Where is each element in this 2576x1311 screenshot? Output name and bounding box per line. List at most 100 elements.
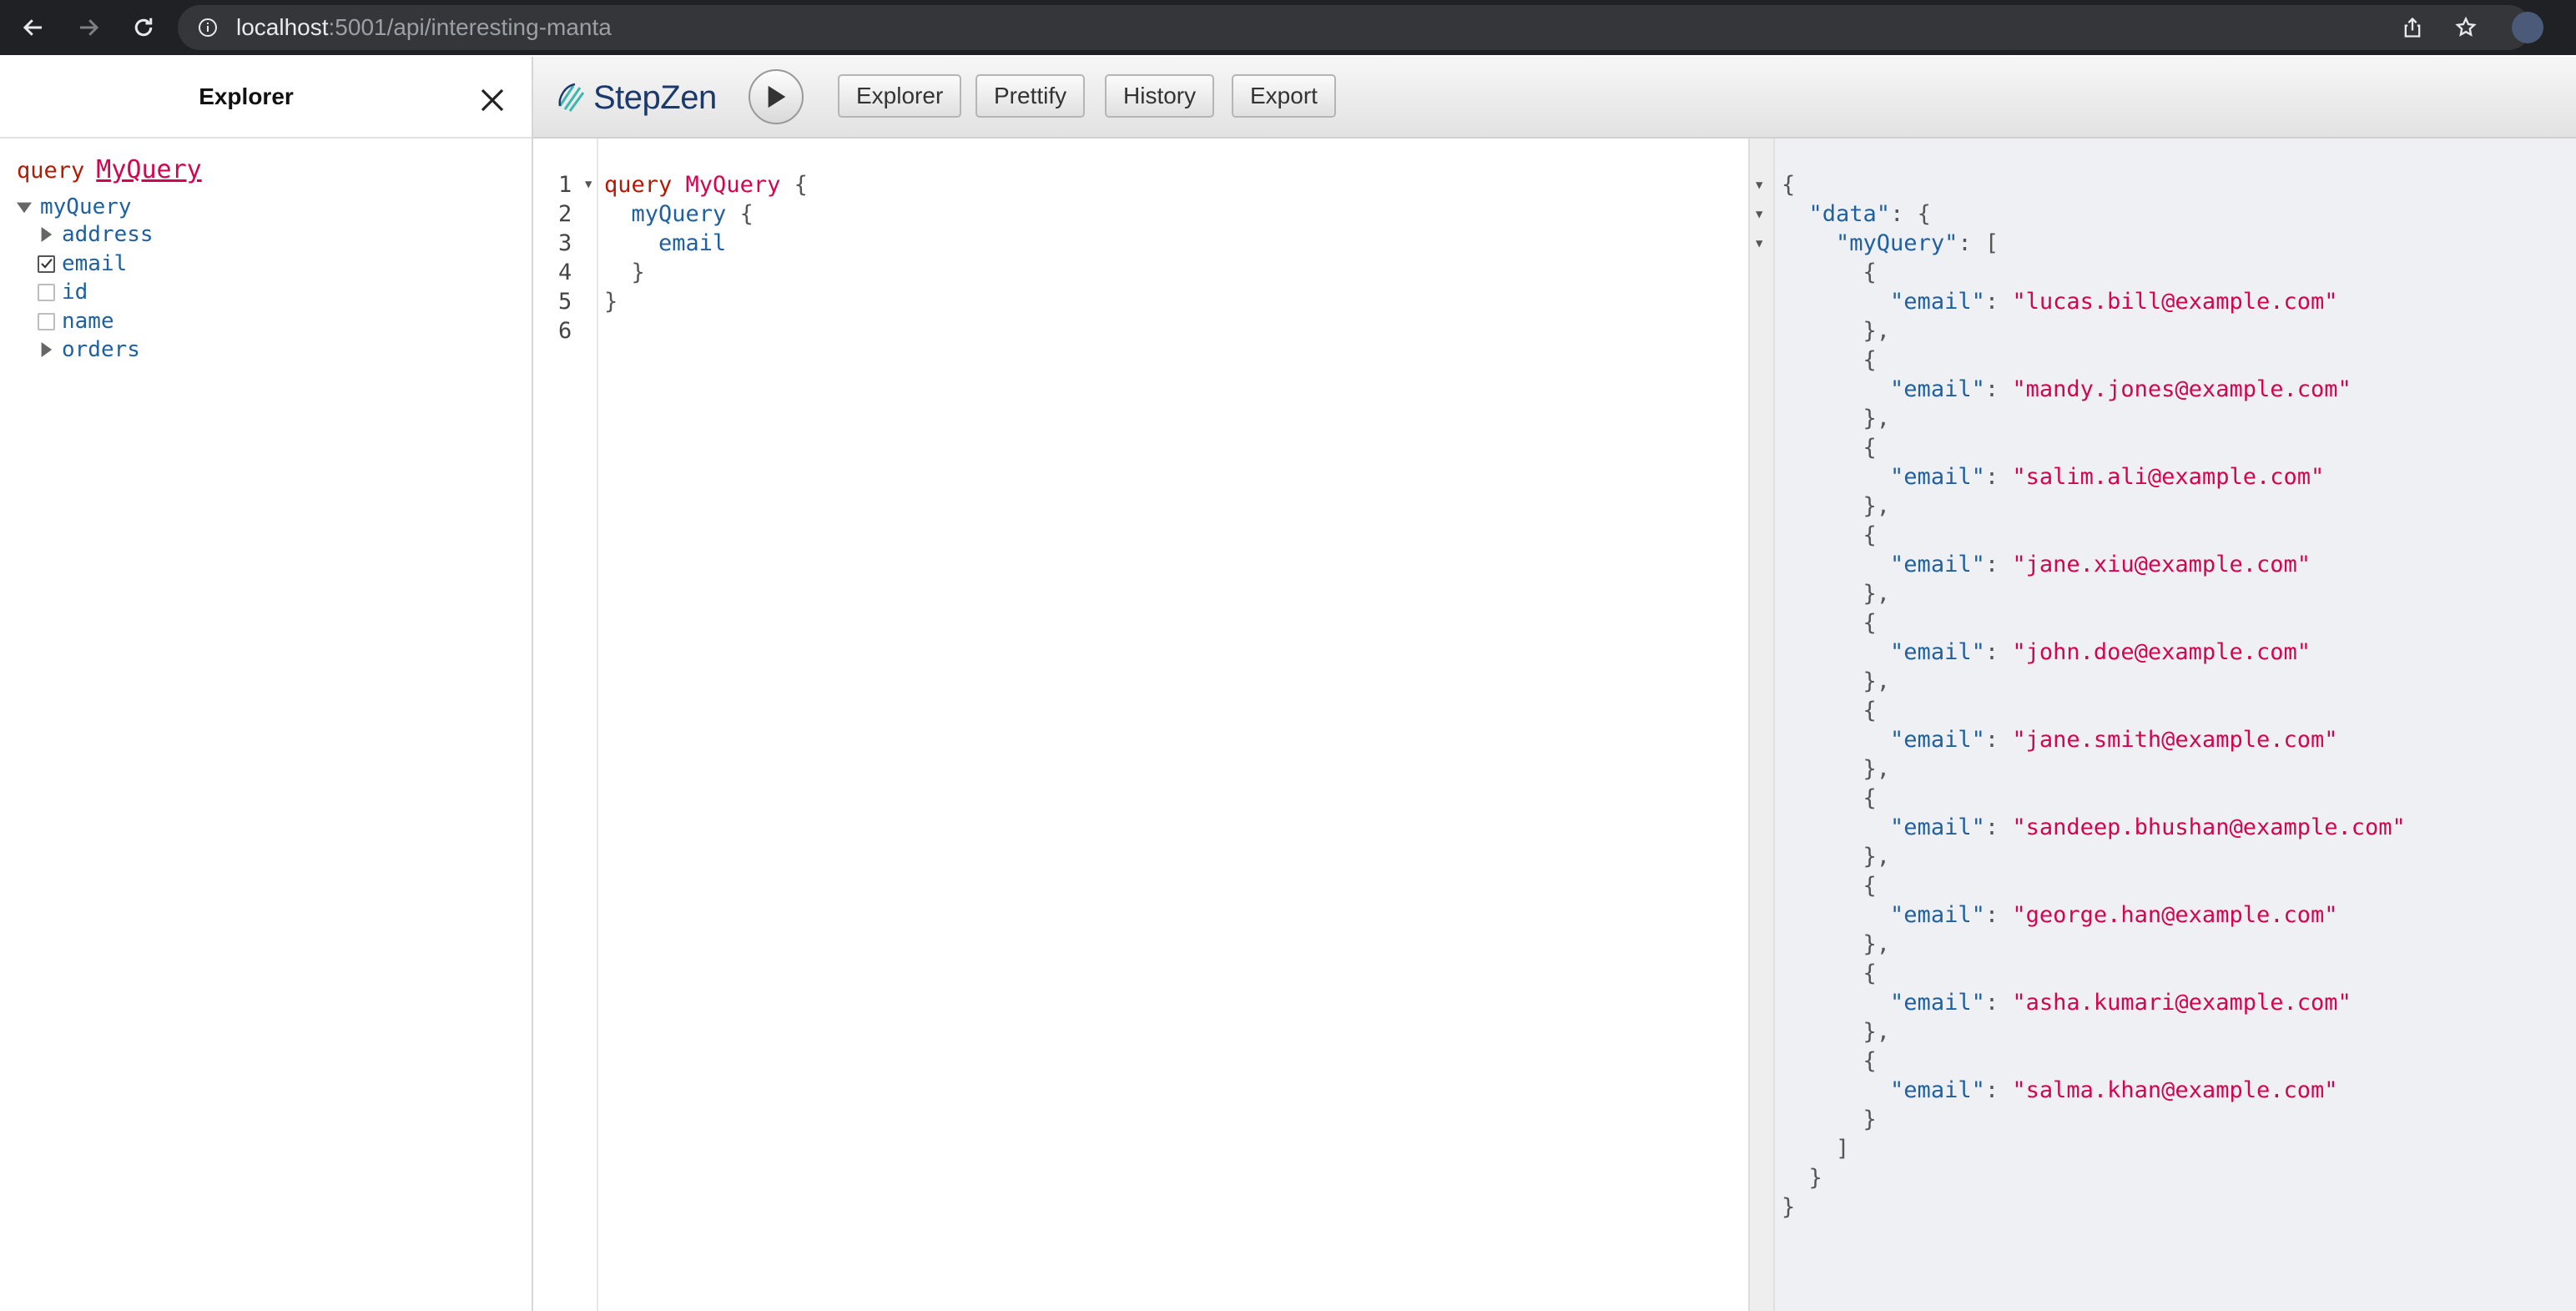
json-line: {	[1782, 785, 1877, 811]
tree-item-address[interactable]: address	[37, 220, 154, 249]
code-brace: {	[794, 172, 808, 198]
json-line: },	[1782, 1019, 1891, 1045]
query-editor[interactable]: 1 ▼ 2 3 4 5 6 query MyQuery { myQuery { …	[533, 139, 1747, 1311]
json-key: "email"	[1890, 1077, 1985, 1103]
back-arrow-icon[interactable]	[17, 11, 50, 44]
json-line: "email": "jane.smith@example.com"	[1890, 727, 2338, 753]
json-line: {	[1782, 172, 1796, 198]
json-key: "email"	[1890, 289, 1985, 315]
json-line: "myQuery": [	[1836, 230, 1999, 256]
tree-root-myquery[interactable]: myQuery	[15, 193, 132, 221]
json-string: "asha.kumari@example.com"	[2012, 990, 2352, 1016]
tree-item-orders[interactable]: orders	[37, 335, 140, 364]
line-number: 3	[558, 230, 572, 256]
json-line: },	[1782, 931, 1891, 957]
json-line: },	[1782, 581, 1891, 607]
json-line: "email": "sandeep.bhushan@example.com"	[1890, 814, 2406, 840]
json-string: "lucas.bill@example.com"	[2012, 289, 2338, 315]
json-line: }	[1782, 1194, 1796, 1220]
json-line: },	[1782, 406, 1891, 431]
json-key: "email"	[1890, 814, 1985, 840]
json-key: "email"	[1890, 552, 1985, 577]
json-key: "data"	[1808, 201, 1891, 227]
tree-item-label: address	[62, 222, 154, 247]
line-number: 2	[558, 201, 572, 227]
explorer-panel: Explorer query MyQuery myQuery address em…	[0, 57, 533, 1311]
json-line: "email": "mandy.jones@example.com"	[1890, 376, 2352, 402]
tree-item-id[interactable]: id	[38, 278, 88, 306]
history-button[interactable]: History	[1105, 74, 1215, 118]
json-string: "john.doe@example.com"	[2012, 639, 2311, 665]
logo-text: StepZen	[593, 78, 717, 116]
json-key: "myQuery"	[1836, 230, 1958, 256]
json-line: }	[1782, 1107, 1877, 1132]
json-line: },	[1782, 844, 1891, 870]
json-line: "email": "jane.xiu@example.com"	[1890, 552, 2311, 577]
json-line: }	[1782, 1165, 1822, 1191]
json-key: "email"	[1890, 376, 1985, 402]
code-brace: {	[739, 201, 754, 227]
run-query-button[interactable]	[749, 69, 804, 124]
close-icon[interactable]	[479, 87, 506, 113]
profile-avatar-icon[interactable]	[2512, 12, 2543, 43]
json-line: "email": "asha.kumari@example.com"	[1890, 990, 2352, 1016]
url-text: localhost:5001/api/interesting-manta	[236, 14, 612, 40]
code-brace: }	[631, 260, 645, 285]
tree-root-label: myQuery	[40, 194, 132, 219]
caret-right-icon	[37, 227, 55, 242]
tree-item-label: email	[62, 251, 128, 276]
fold-caret-icon[interactable]: ▼	[1756, 208, 1762, 221]
result-viewer: ▼ ▼ ▼ { "data": { "myQuery": [ { "email"…	[1748, 139, 2576, 1311]
fold-caret-icon[interactable]: ▼	[1756, 237, 1762, 250]
code-operation-name: MyQuery	[685, 172, 781, 198]
forward-arrow-icon[interactable]	[72, 11, 105, 44]
line-number: 4	[558, 260, 572, 285]
json-line: },	[1782, 318, 1891, 344]
stepzen-logo-icon	[558, 83, 585, 112]
json-key: "email"	[1890, 990, 1985, 1016]
json-string: "salim.ali@example.com"	[2012, 464, 2325, 490]
checkbox-unchecked-icon[interactable]	[38, 312, 55, 330]
tree-item-label: id	[62, 280, 88, 305]
checkbox-checked-icon[interactable]	[38, 255, 55, 273]
tree-item-label: name	[62, 309, 114, 334]
caret-down-icon	[15, 199, 33, 214]
export-button[interactable]: Export	[1232, 74, 1336, 118]
fold-caret-icon[interactable]: ▼	[585, 178, 592, 191]
editor-gutter: 1 ▼ 2 3 4 5 6	[533, 139, 598, 1311]
address-bar[interactable]: localhost:5001/api/interesting-manta	[178, 5, 2531, 50]
line-number: 6	[558, 318, 572, 344]
checkbox-unchecked-icon[interactable]	[38, 283, 55, 301]
fold-caret-icon[interactable]: ▼	[1756, 179, 1762, 192]
json-line: "data": {	[1808, 201, 1931, 227]
explorer-header: Explorer	[0, 57, 532, 139]
json-line: {	[1782, 435, 1877, 461]
json-line: {	[1782, 260, 1877, 285]
json-string: "mandy.jones@example.com"	[2012, 376, 2352, 402]
tree-item-email[interactable]: email	[38, 250, 127, 278]
json-key: "email"	[1890, 902, 1985, 928]
json-line: "email": "george.han@example.com"	[1890, 902, 2338, 928]
prettify-button[interactable]: Prettify	[975, 74, 1086, 118]
json-line: {	[1782, 522, 1877, 548]
operation-name-input[interactable]: MyQuery	[96, 155, 201, 184]
bookmark-star-icon[interactable]	[2454, 16, 2478, 39]
stepzen-logo: StepZen	[557, 77, 717, 118]
json-line: {	[1782, 610, 1877, 636]
reload-icon[interactable]	[127, 11, 160, 44]
code-line: myQuery {	[604, 199, 754, 229]
code-line: email	[604, 229, 726, 258]
code-field: myQuery	[631, 201, 727, 227]
json-line: },	[1782, 668, 1891, 694]
code-line: query MyQuery {	[604, 170, 808, 199]
share-icon[interactable]	[2401, 16, 2424, 39]
tree-item-name[interactable]: name	[38, 307, 114, 335]
query-keyword: query	[17, 158, 85, 184]
json-line: },	[1782, 493, 1891, 519]
json-line: {	[1782, 1048, 1877, 1074]
code-line: }	[604, 287, 618, 316]
explorer-button[interactable]: Explorer	[838, 74, 962, 118]
info-icon[interactable]	[198, 18, 218, 38]
json-line: "email": "salim.ali@example.com"	[1890, 464, 2325, 490]
json-key: "email"	[1890, 727, 1985, 753]
